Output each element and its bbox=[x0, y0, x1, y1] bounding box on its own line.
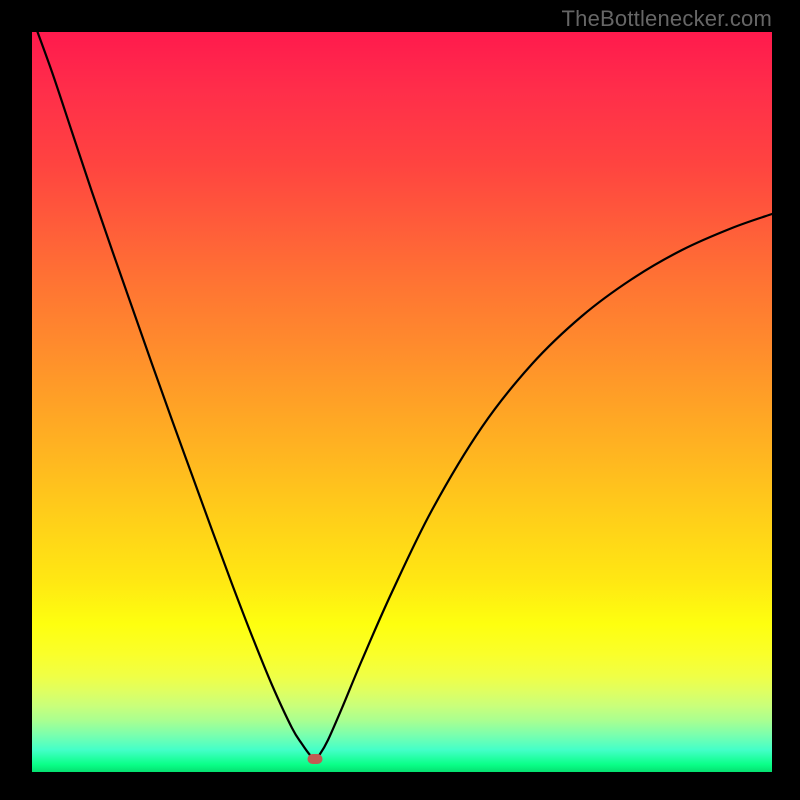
chart-plot-area bbox=[32, 32, 772, 772]
valley-marker bbox=[308, 754, 323, 764]
bottleneck-curve-svg bbox=[32, 32, 772, 772]
bottleneck-curve-path bbox=[32, 32, 772, 759]
watermark-text: TheBottlenecker.com bbox=[562, 6, 772, 32]
